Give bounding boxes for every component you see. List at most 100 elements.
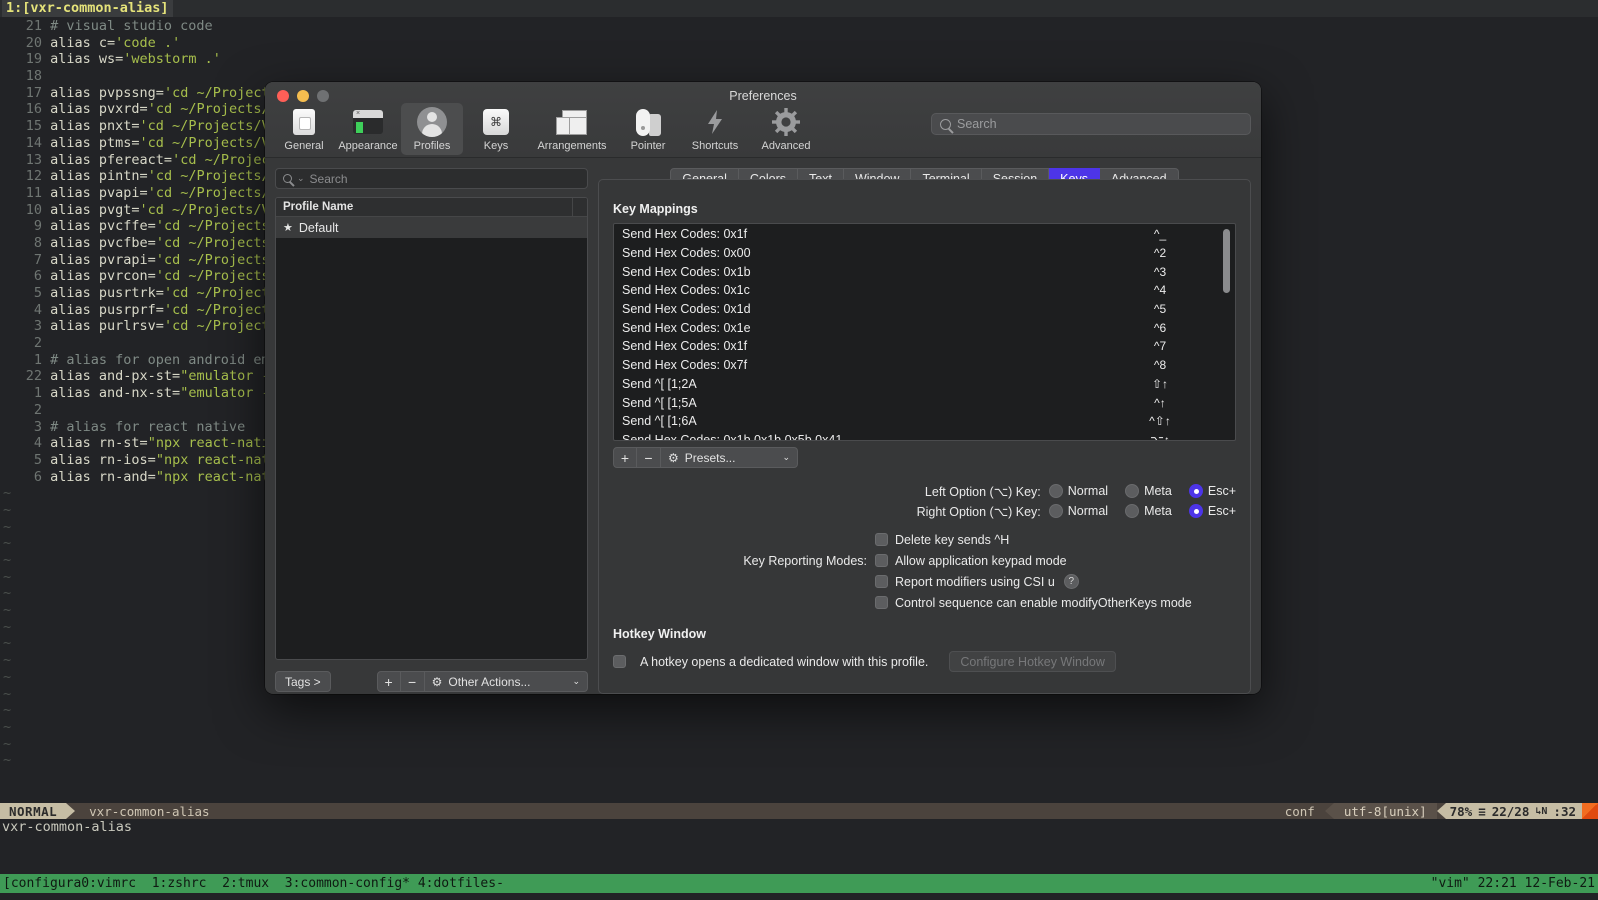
vim-line-number: 16 [25, 101, 42, 118]
toolbar-label-shortcuts: Shortcuts [691, 140, 739, 152]
key-mapping-row[interactable]: Send Hex Codes: 0x00 ^2 [614, 244, 1235, 263]
shortcuts-icon [702, 107, 728, 137]
checkbox-icon[interactable] [875, 554, 888, 567]
toolbar-item-pointer[interactable]: Pointer [617, 103, 679, 155]
vim-command-line: vxr-common-alias [2, 819, 133, 835]
scrollbar-thumb[interactable] [1223, 229, 1230, 293]
left-option-meta[interactable]: Meta [1125, 484, 1172, 498]
radio-icon[interactable] [1125, 484, 1140, 498]
search-icon [940, 118, 951, 130]
key-mapping-row[interactable]: Send Hex Codes: 0x1f ^_ [614, 225, 1235, 244]
right-option-meta[interactable]: Meta [1125, 504, 1172, 518]
vim-line-number: 6 [33, 468, 42, 485]
statusline-position: 78% ≡ 22/28 ↳N :32 [1445, 803, 1582, 819]
toolbar-item-profiles[interactable]: Profiles [401, 103, 463, 155]
profiles-table-header[interactable]: Profile Name [276, 198, 587, 217]
vim-line-text: alias pvrapi='cd ~/Projects [50, 251, 270, 268]
tmux-window-list[interactable]: [configura0:vimrc 1:zshrc 2:tmux 3:commo… [3, 876, 504, 891]
key-mapping-row[interactable]: Send Hex Codes: 0x1b ^3 [614, 262, 1235, 281]
key-reporting-settings: Delete key sends ^H Key Reporting Modes:… [613, 529, 1236, 613]
key-mapping-row[interactable]: Send ^[ [1;5A ^↑ [614, 393, 1235, 412]
preferences-window[interactable]: Preferences General Appearance Profiles … [265, 82, 1261, 694]
right-option-esc[interactable]: Esc+ [1188, 504, 1236, 518]
toolbar-item-general[interactable]: General [273, 103, 335, 155]
checkbox-icon[interactable] [613, 655, 626, 668]
key-mapping-action: Send Hex Codes: 0x00 [622, 246, 751, 261]
radio-icon[interactable] [1125, 504, 1140, 518]
profile-search-input[interactable]: ⌄ Search [275, 168, 588, 189]
preferences-toolbar[interactable]: General Appearance Profiles ⌘ Keys Arran… [273, 103, 821, 155]
other-actions-dropdown[interactable]: ⚙ Other Actions... ⌄ [424, 671, 588, 692]
vim-line-text: alias pvxrd='cd ~/Projects/ [50, 101, 270, 118]
key-mappings-toolbar[interactable]: + − ⚙ Presets... ⌄ [613, 447, 1236, 468]
toolbar-item-keys[interactable]: ⌘ Keys [465, 103, 527, 155]
key-mapping-row[interactable]: Send Hex Codes: 0x1f ^7 [614, 337, 1235, 356]
left-option-esc[interactable]: Esc+ [1188, 484, 1236, 498]
vim-tab-active[interactable]: 1:[vxr-common-alias] [2, 0, 173, 17]
hotkey-window-title: Hotkey Window [613, 627, 706, 641]
csi-u-row[interactable]: Report modifiers using CSI u ? [613, 571, 1236, 592]
key-mapping-action: Send Hex Codes: 0x1f [622, 339, 748, 354]
left-option-row: Left Option (⌥) Key: Normal Meta Esc+ [613, 481, 1236, 501]
toolbar-item-advanced[interactable]: Advanced [751, 103, 821, 155]
gear-icon: ⚙ [668, 450, 679, 465]
presets-label: Presets... [684, 450, 736, 465]
help-icon[interactable]: ? [1063, 574, 1079, 589]
vim-line-text: alias and-nx-st="emulator - [50, 385, 270, 402]
delete-key-row[interactable]: Delete key sends ^H [613, 529, 1236, 550]
key-mapping-row[interactable]: Send Hex Codes: 0x1c ^4 [614, 281, 1235, 300]
presets-dropdown[interactable]: ⚙ Presets... ⌄ [661, 447, 798, 468]
radio-icon[interactable] [1048, 484, 1063, 498]
profile-actions-group[interactable]: + − ⚙ Other Actions... ⌄ [376, 671, 588, 692]
vim-tabline: 1:[vxr-common-alias] [0, 0, 1598, 17]
key-mapping-row[interactable]: Send Hex Codes: 0x7f ^8 [614, 356, 1235, 375]
checkbox-icon[interactable] [875, 575, 888, 588]
tags-button[interactable]: Tags > [275, 671, 331, 692]
right-option-normal[interactable]: Normal [1048, 504, 1108, 518]
vim-line-text: alias rn-ios="npx react-nat [50, 451, 270, 468]
profiles-table[interactable]: Profile Name ★ Default [275, 197, 588, 660]
checkbox-icon[interactable] [875, 533, 888, 546]
vim-line-text: # alias for open android em [42, 351, 270, 368]
search-icon [283, 174, 292, 183]
toolbar-label-arrangements: Arrangements [537, 140, 607, 152]
toolbar-item-shortcuts[interactable]: Shortcuts [681, 103, 749, 155]
keys-tab-panel: Key Mappings Send Hex Codes: 0x1f ^_ Send … [598, 179, 1251, 694]
radio-icon-selected[interactable] [1188, 504, 1203, 518]
tmux-status-bar[interactable]: [configura0:vimrc 1:zshrc 2:tmux 3:commo… [0, 874, 1598, 893]
toolbar-item-appearance[interactable]: Appearance [337, 103, 399, 155]
key-mappings-list[interactable]: Send Hex Codes: 0x1f ^_ Send Hex Codes: 0x… [613, 223, 1236, 441]
checkbox-icon[interactable] [875, 596, 888, 609]
add-profile-button[interactable]: + [376, 671, 401, 692]
remove-profile-button[interactable]: − [400, 671, 425, 692]
toolbar-item-arrangements[interactable]: Arrangements [529, 103, 615, 155]
vim-statusline: NORMAL vxr-common-alias conf utf-8[unix]… [0, 803, 1598, 819]
key-mapping-row[interactable]: Send ^[ [1;6A ^⇧↑ [614, 412, 1235, 431]
vim-line-number: 14 [25, 134, 42, 151]
vim-line-number: 17 [25, 84, 42, 101]
hotkey-window-row: A hotkey opens a dedicated window with t… [613, 651, 1236, 672]
statusline-mode-arrow-icon [66, 803, 76, 819]
preferences-search-input[interactable]: Search [931, 113, 1251, 135]
key-mapping-row[interactable]: Send ^[ [1;2A ⇧↑ [614, 375, 1235, 394]
keypad-mode-row[interactable]: Key Reporting Modes: Allow application k… [613, 550, 1236, 571]
modify-other-keys-row[interactable]: Control sequence can enable modifyOtherK… [613, 592, 1236, 613]
vim-line-text: alias pvcfbe='cd ~/Projects [50, 234, 270, 251]
toolbar-label-profiles: Profiles [413, 140, 451, 152]
key-mapping-row[interactable]: Send Hex Codes: 0x1e ^6 [614, 318, 1235, 337]
vim-line-text: alias rn-and="npx react-nat [50, 468, 270, 485]
preferences-body: ⌄ Search Profile Name ★ Default Tags > +… [265, 158, 1261, 694]
key-mappings-scrollbar[interactable] [1223, 226, 1233, 438]
vim-line-text: alias and-px-st="emulator - [50, 368, 270, 385]
radio-icon[interactable] [1048, 504, 1063, 518]
radio-icon-selected[interactable] [1188, 484, 1203, 498]
key-mapping-row[interactable]: Send Hex Codes: 0x1d ^5 [614, 300, 1235, 319]
table-row[interactable]: ★ Default [276, 217, 587, 238]
remove-mapping-button[interactable]: − [637, 447, 661, 468]
add-mapping-button[interactable]: + [613, 447, 637, 468]
key-mapping-combo: ^↑ [1154, 395, 1166, 410]
vim-line-text: alias rn-st="npx react-nati [50, 435, 270, 452]
left-option-normal[interactable]: Normal [1048, 484, 1108, 498]
key-mapping-row[interactable]: Send Hex Codes: 0x1b 0x1b 0x5b 0x41 ⌥↑ [614, 431, 1235, 440]
vim-line-number: 1 [33, 385, 42, 402]
